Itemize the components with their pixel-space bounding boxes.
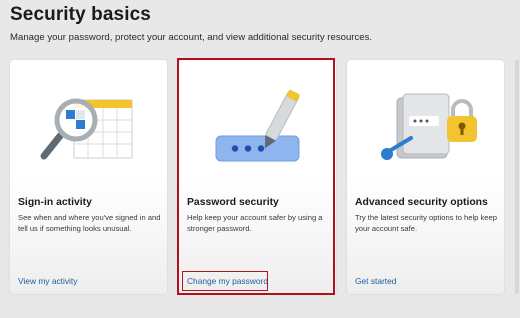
change-my-password-link[interactable]: Change my password <box>187 276 268 286</box>
card-description: Help keep your account safer by using a … <box>187 213 323 233</box>
book-padlock-key-icon <box>381 93 477 160</box>
card-advanced-security-options: Advanced security options Try the latest… <box>347 60 504 294</box>
card-title: Sign-in activity <box>18 197 92 208</box>
card-sign-in-activity: Sign-in activity See when and where you'… <box>10 60 167 294</box>
card-password-security: Password security Help keep your account… <box>179 60 336 294</box>
magnifier-calendar-icon <box>40 98 133 160</box>
password-pen-icon <box>215 89 300 162</box>
card-title: Advanced security options <box>355 197 488 208</box>
card-description: Try the latest security options to help … <box>355 213 497 233</box>
view-my-activity-link[interactable]: View my activity <box>18 276 77 286</box>
scrollbar[interactable] <box>515 60 519 294</box>
page-title: Security basics <box>10 4 151 25</box>
get-started-link[interactable]: Get started <box>355 276 396 286</box>
card-title: Password security <box>187 197 279 208</box>
page-subtitle: Manage your password, protect your accou… <box>10 32 373 43</box>
card-description: See when and where you've signed in and … <box>18 213 161 233</box>
